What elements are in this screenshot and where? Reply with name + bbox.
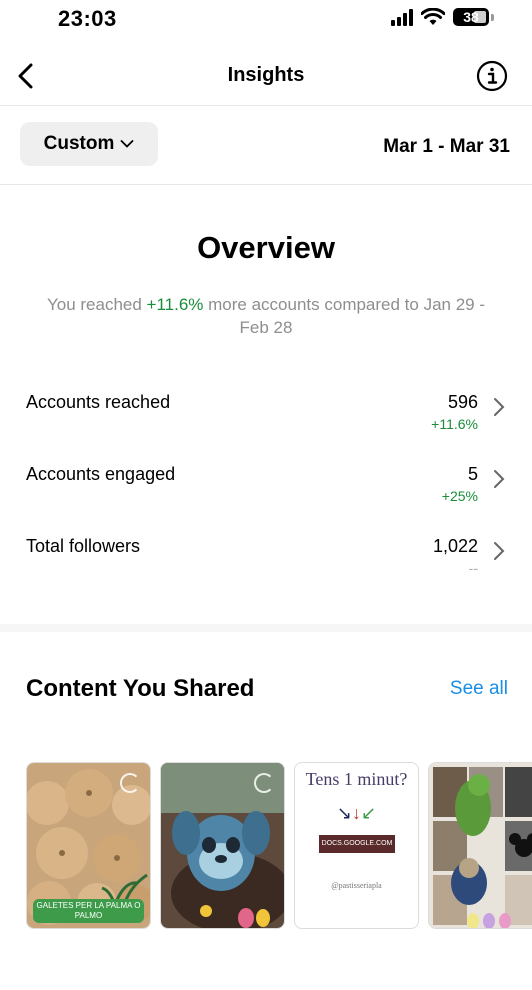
- content-thumbnail-row: GALETES PER LA PALMA O PALMO Tens 1 minu…: [26, 762, 532, 930]
- metric-value: 596: [447, 392, 478, 412]
- date-preset-label: Custom: [43, 133, 115, 154]
- arrows-icon: ↘↓↙: [336, 803, 377, 823]
- metric-row-accounts-reached[interactable]: Accounts reached 596 +11.6%: [0, 392, 532, 452]
- story-title: Tens 1 minut?: [305, 769, 408, 789]
- nav-bar: Insights: [0, 48, 532, 106]
- section-divider: [0, 624, 532, 632]
- metric-change: +25%: [441, 488, 478, 504]
- battery-icon: 38: [453, 8, 489, 26]
- metric-row-total-followers[interactable]: Total followers 1,022 --: [0, 536, 532, 596]
- status-time: 23:03: [58, 6, 117, 31]
- metric-value: 1,022: [432, 536, 478, 556]
- chevron-right-icon: [494, 542, 505, 560]
- metric-label: Accounts reached: [26, 392, 171, 412]
- info-icon[interactable]: [476, 60, 508, 92]
- wifi-icon: [421, 8, 445, 25]
- overview-title: Overview: [197, 230, 335, 265]
- content-thumbnail[interactable]: [428, 762, 532, 929]
- metric-value: 5: [467, 464, 478, 484]
- status-icons: 38: [391, 8, 494, 26]
- page-title: Insights: [227, 64, 305, 86]
- chevron-right-icon: [494, 470, 505, 488]
- loading-ring-icon: [254, 773, 274, 793]
- battery-cap: [491, 13, 494, 21]
- overview-summary-highlight: +11.6%: [146, 295, 204, 314]
- metric-label: Accounts engaged: [26, 464, 176, 484]
- chevron-right-icon: [494, 398, 505, 416]
- story-handle: @pastisseriapla: [331, 881, 382, 890]
- content-section-title: Content You Shared: [26, 675, 255, 702]
- overview-summary-suffix: more accounts compared to Jan 29 - Feb 2…: [203, 295, 486, 337]
- date-preset-dropdown[interactable]: Custom: [20, 122, 158, 166]
- metric-label: Total followers: [26, 536, 141, 556]
- metric-change: --: [468, 560, 478, 576]
- cellular-signal-icon: [391, 8, 413, 26]
- content-thumbnail[interactable]: Tens 1 minut? ↘↓↙ DOCS.GOOGLE.COM @pasti…: [294, 762, 419, 929]
- metric-change: +11.6%: [431, 416, 478, 432]
- overview-summary-prefix: You reached: [46, 295, 147, 314]
- link-sticker: DOCS.GOOGLE.COM: [319, 835, 395, 853]
- status-bar: 23:03 38: [0, 0, 532, 44]
- filter-row: Custom Mar 1 - Mar 31: [0, 107, 532, 185]
- loading-ring-icon: [120, 773, 140, 793]
- date-range: Mar 1 - Mar 31: [383, 136, 510, 157]
- figures-photo: [429, 763, 532, 928]
- chevron-down-icon: [120, 140, 134, 148]
- story-caption: GALETES PER LA PALMA O PALMO: [33, 899, 144, 923]
- content-thumbnail[interactable]: GALETES PER LA PALMA O PALMO: [26, 762, 151, 929]
- content-thumbnail[interactable]: [160, 762, 285, 929]
- metric-row-accounts-engaged[interactable]: Accounts engaged 5 +25%: [0, 464, 532, 524]
- overview-summary: You reached +11.6% more accounts compare…: [40, 293, 492, 339]
- battery-level: 38: [463, 9, 479, 25]
- see-all-link[interactable]: See all: [450, 678, 508, 700]
